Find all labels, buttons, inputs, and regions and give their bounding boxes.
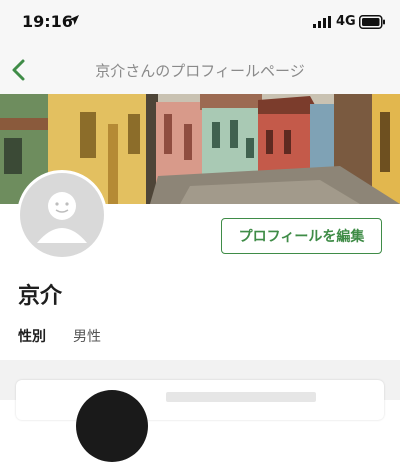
status-bar: 19:16 4G [0,0,400,46]
gender-label: 性別 [18,329,46,345]
location-arrow-icon [69,15,79,25]
gender-value: 男性 [73,329,101,345]
edit-profile-button[interactable]: プロフィールを編集 [221,218,382,254]
default-avatar-icon [37,192,87,243]
status-time: 19:16 [22,12,73,31]
page-title: 京介さんのプロフィールページ [95,62,305,80]
avatar[interactable] [17,170,107,260]
navigation-bar: 京介さんのプロフィールページ [0,46,400,94]
signal-bars-icon [313,16,331,28]
card-text-placeholder [166,392,316,402]
user-name: 京介 [18,284,63,309]
post-card[interactable] [16,380,384,462]
card-avatar [76,390,148,462]
network-type: 4G [336,14,356,29]
battery-icon [359,15,385,29]
